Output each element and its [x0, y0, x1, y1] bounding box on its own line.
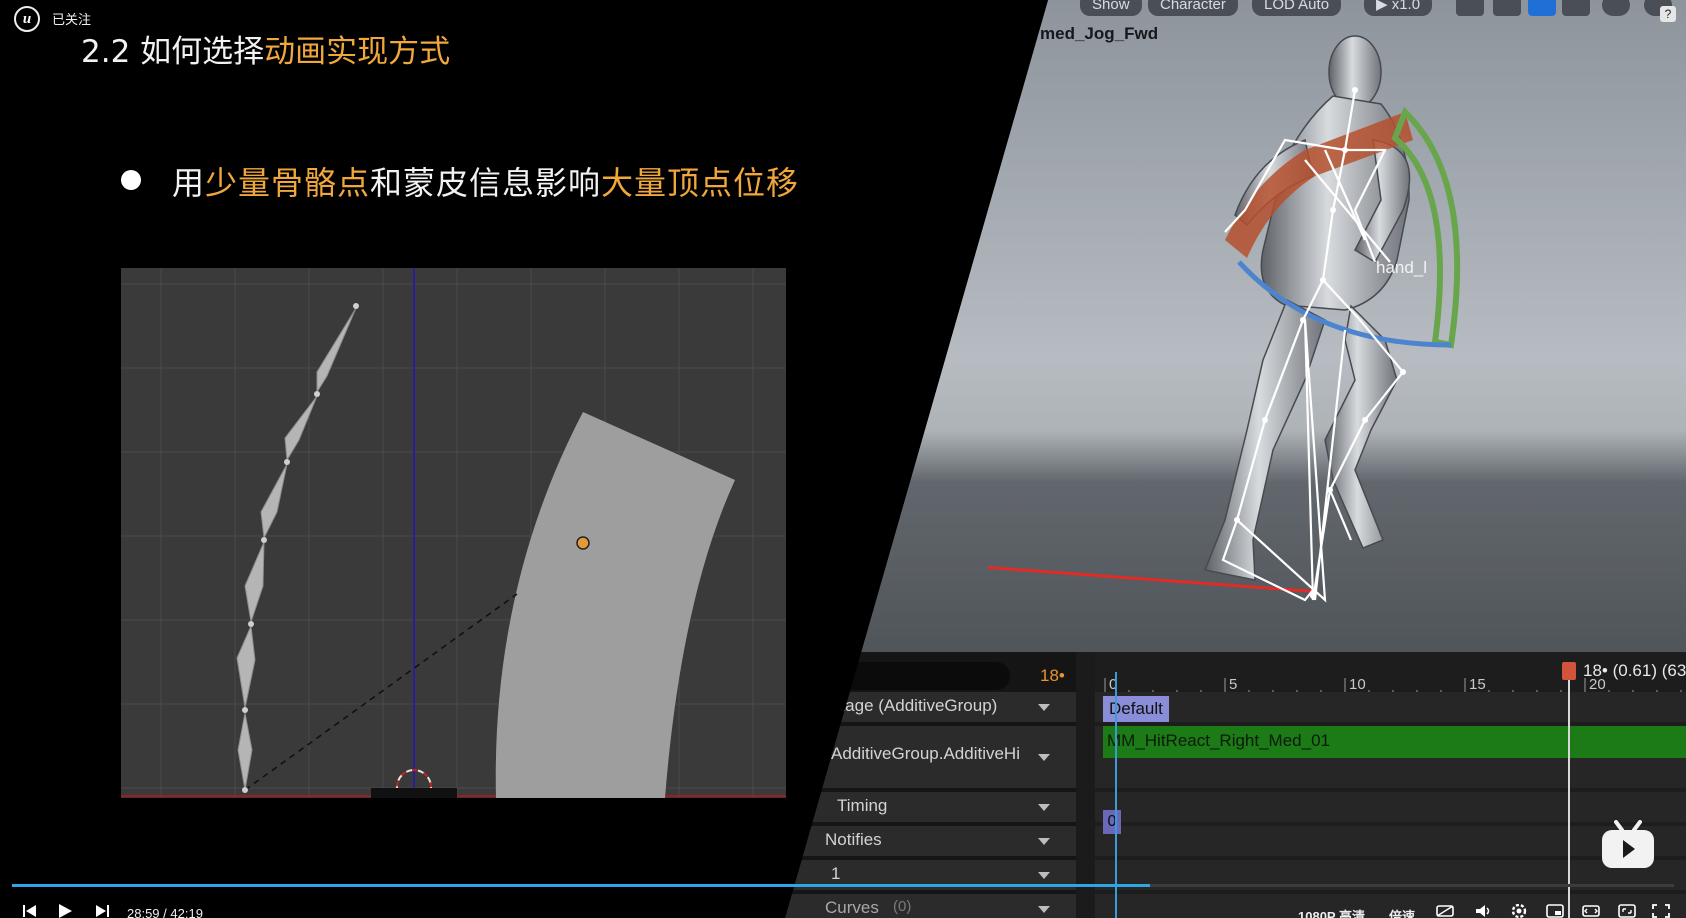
track-label: Curves: [825, 898, 879, 917]
dropdown-arrow-icon: [1038, 804, 1050, 811]
bullet-text: 用少量骨骼点和蒙皮信息影响大量顶点位移: [172, 158, 799, 204]
track-label: 1: [831, 864, 841, 883]
track-area: 0 5 10 15 20 Default MM_HitReact_Right_M…: [1095, 652, 1686, 918]
timing-marker: 0: [1103, 810, 1121, 834]
ruler-label: 15: [1469, 676, 1486, 693]
ruler-label: 10: [1349, 676, 1366, 693]
bilibili-logo-icon: [1602, 820, 1654, 868]
previous-icon[interactable]: [22, 904, 38, 918]
dropdown-arrow-icon: [1038, 704, 1050, 711]
track-label: Notifies: [825, 830, 882, 849]
play-icon[interactable]: [56, 903, 74, 918]
timing-row: Timing: [785, 792, 1076, 822]
scrub-line: [1568, 672, 1570, 918]
bullet-icon: [121, 170, 141, 190]
scrub-label: 18• (0.61) (63: [1583, 661, 1686, 680]
progress-fill: [12, 884, 1151, 887]
next-icon[interactable]: [94, 904, 110, 918]
frame-indicator: 18•: [1040, 666, 1065, 685]
track-label: Timing: [837, 796, 888, 815]
bullet-text-highlight: 少量骨骼点: [205, 164, 371, 202]
video-frame[interactable]: Show Character LOD Auto ▶ x1.0 ? med_Jog…: [0, 0, 1686, 918]
picture-in-picture-icon[interactable]: [1546, 904, 1564, 918]
slide-title-highlight: 动画实现方式: [264, 34, 451, 70]
animation-timeline: 18• ntage (AdditiveGroup) AdditiveGroup.…: [785, 652, 1686, 918]
web-fullscreen-icon[interactable]: [1618, 904, 1636, 918]
bone-skinning-figure: [121, 268, 786, 798]
time-separator: /: [163, 906, 167, 918]
bullet-text-part: 用: [172, 164, 206, 202]
ruler-label: 5: [1229, 676, 1238, 693]
slide-title: 2.2 如何选择动画实现方式: [81, 26, 450, 71]
montage-segment: MM_HitReact_Right_Med_01: [1103, 726, 1686, 758]
dropdown-arrow-icon: [1038, 754, 1050, 761]
total-time: 42:19: [170, 906, 203, 918]
track-lane: [1095, 692, 1686, 722]
bullet-text-part: 和蒙皮信息影响: [370, 164, 602, 202]
follow-status[interactable]: 已关注: [52, 9, 91, 28]
channel-logo-icon[interactable]: u: [14, 6, 40, 32]
slide-title-prefix: 2.2 如何选择: [81, 34, 265, 70]
curves-count: (0): [893, 898, 912, 915]
track-label: ntage (AdditiveGroup): [831, 696, 998, 715]
bullet-text-highlight: 大量顶点位移: [601, 164, 800, 202]
volume-icon[interactable]: [1474, 904, 1492, 918]
dropdown-arrow-icon: [1038, 906, 1050, 913]
wide-mode-icon[interactable]: [1582, 904, 1600, 918]
settings-icon[interactable]: [1510, 904, 1528, 918]
scrub-handle: [1562, 662, 1576, 680]
danmaku-icon[interactable]: [1436, 904, 1454, 918]
dropdown-arrow-icon: [1038, 872, 1050, 879]
speed-button[interactable]: 倍速: [1389, 906, 1415, 918]
quality-button[interactable]: 1080P 高清: [1298, 906, 1365, 918]
current-time: 28:59: [127, 906, 160, 918]
track-label: AdditiveGroup.AdditiveHi: [831, 744, 1020, 763]
track-lane: [1095, 826, 1686, 856]
dropdown-arrow-icon: [1038, 838, 1050, 845]
notifies-row: Notifies: [785, 826, 1076, 856]
curves-row: Curves (0): [785, 894, 1076, 918]
progress-bar[interactable]: [12, 884, 1674, 887]
slot-tag: Default: [1103, 696, 1169, 722]
start-marker: [1115, 672, 1117, 918]
fullscreen-icon[interactable]: [1652, 904, 1670, 918]
time-display: 28:59 / 42:19: [127, 906, 203, 918]
track-lane: [1095, 792, 1686, 822]
bone-label: hand_l: [1376, 258, 1428, 277]
